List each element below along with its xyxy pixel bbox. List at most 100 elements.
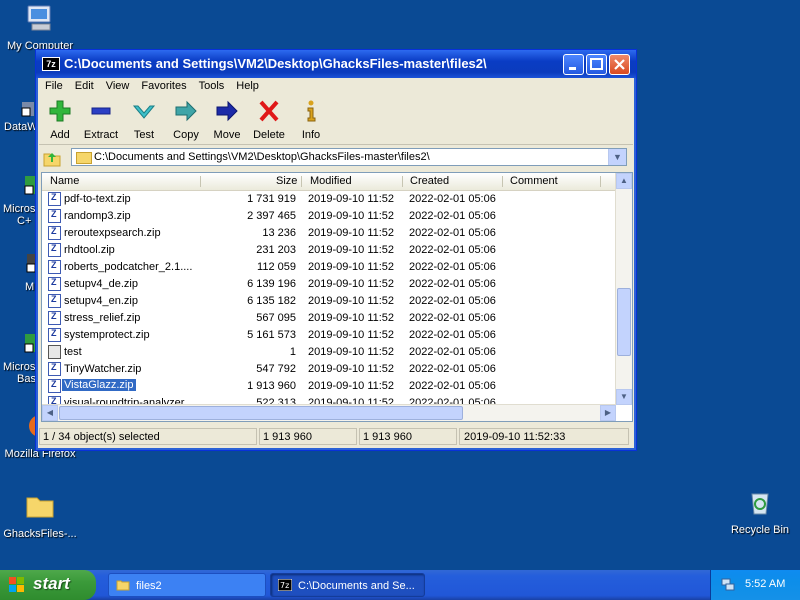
delete-button[interactable]: Delete [249,100,289,141]
file-row[interactable]: roberts_podcatcher_2.1.... 112 059 2019-09… [42,259,616,276]
info-label: Info [301,129,321,141]
taskbar-item-7zip[interactable]: 7z C:\Documents and Se... [270,573,425,597]
menu-edit[interactable]: Edit [69,78,100,92]
menu-tools[interactable]: Tools [193,78,231,92]
scroll-right-icon[interactable]: ▶ [600,405,616,421]
start-label: start [33,574,70,593]
test-button[interactable]: Test [124,100,164,141]
file-name: reroutexpsearch.zip [64,227,161,239]
desktop-icon-ghacksfiles[interactable]: GhacksFiles-... [0,490,80,540]
chevron-down-icon[interactable]: ▼ [608,149,626,165]
info-button[interactable]: Info [291,100,331,141]
file-row[interactable]: systemprotect.zip 5 161 573 2019-09-10 11:… [42,327,616,344]
title-bar[interactable]: 7z C:\Documents and Settings\VM2\Desktop… [36,50,636,78]
test-label: Test [133,129,155,141]
file-row[interactable]: VistaGlazz.zip 1 913 960 2019-09-10 11:52 2… [42,378,616,395]
horizontal-scrollbar[interactable]: ◀ ▶ [42,404,616,421]
desktop-icon-recycle-bin[interactable]: Recycle Bin [720,486,800,536]
column-header-size[interactable]: Size [276,175,297,187]
copy-label: Copy [173,129,199,141]
file-created: 2022-02-01 05:06 [409,363,496,375]
taskbar-item-files2[interactable]: files2 [108,573,266,597]
column-header-name[interactable]: Name [50,175,79,187]
column-separator[interactable] [600,176,601,187]
file-name: TinyWatcher.zip [64,363,142,375]
file-size: 1 913 960 [247,380,296,392]
desktop-icon-my-computer[interactable]: My Computer [0,2,80,52]
close-button[interactable] [609,54,630,75]
file-name: setupv4_en.zip [64,295,138,307]
zip-archive-icon [48,277,61,291]
column-header-created[interactable]: Created [410,175,449,187]
scroll-down-icon[interactable]: ▼ [616,389,632,405]
column-separator[interactable] [502,176,503,187]
address-path: C:\Documents and Settings\VM2\Desktop\Gh… [94,151,430,163]
address-combo[interactable]: C:\Documents and Settings\VM2\Desktop\Gh… [71,148,627,166]
file-row[interactable]: setupv4_en.zip 6 135 182 2019-09-10 11:52 2… [42,293,616,310]
file-row[interactable]: test 1 2019-09-10 11:52 2022-02-01 05:06 [42,344,616,361]
maximize-button[interactable] [586,54,607,75]
file-modified: 2019-09-10 11:52 [308,210,395,222]
file-created: 2022-02-01 05:06 [409,312,496,324]
file-created: 2022-02-01 05:06 [409,193,496,205]
move-button[interactable]: Move [207,100,247,141]
minimize-button[interactable] [563,54,584,75]
file-row[interactable]: randomp3.zip 2 397 465 2019-09-10 11:52 202… [42,208,616,225]
column-header-comment[interactable]: Comment [510,175,558,187]
file-name: rhdtool.zip [64,244,115,256]
menu-view[interactable]: View [100,78,136,92]
column-separator[interactable] [402,176,403,187]
network-icon[interactable] [721,577,735,591]
scroll-up-icon[interactable]: ▲ [616,173,632,189]
vertical-scrollbar[interactable]: ▲ ▼ [615,173,632,405]
zip-archive-icon [48,328,61,342]
file-modified: 2019-09-10 11:52 [308,227,395,239]
file-modified: 2019-09-10 11:52 [308,278,395,290]
desktop-icon-label: GhacksFiles-... [3,528,77,540]
add-button[interactable]: Add [40,100,80,141]
info-icon [307,100,316,122]
status-date: 2019-09-10 11:52:33 [459,428,629,445]
folder-icon [76,152,92,164]
status-bar: 1 / 34 object(s) selected 1 913 960 1 91… [39,428,633,446]
file-manager-window: 7z C:\Documents and Settings\VM2\Desktop… [35,49,637,451]
file-row[interactable]: rhdtool.zip 231 203 2019-09-10 11:52 2022-0… [42,242,616,259]
status-size: 1 913 960 [259,428,357,445]
column-header-modified[interactable]: Modified [310,175,352,187]
extract-button[interactable]: Extract [81,100,121,141]
clock[interactable]: 5:52 AM [745,578,785,590]
system-tray: 5:52 AM [710,570,800,600]
file-created: 2022-02-01 05:06 [409,278,496,290]
file-size: 2 397 465 [247,210,296,222]
vertical-scroll-thumb[interactable] [617,288,631,356]
app-badge-icon: 7z [42,57,60,71]
start-button[interactable]: start [0,570,96,600]
copy-button[interactable]: Copy [166,100,206,141]
list-header: Name Size Modified Created Comment [42,173,616,191]
menu-file[interactable]: File [39,78,69,92]
file-list: Name Size Modified Created Comment pdf-t… [41,172,633,422]
status-selection: 1 / 34 object(s) selected [39,428,257,445]
file-name: VistaGlazz.zip [62,379,136,391]
column-separator[interactable] [200,176,201,187]
svg-text:7z: 7z [280,581,289,590]
file-row[interactable]: pdf-to-text.zip 1 731 919 2019-09-10 11:52… [42,191,616,208]
file-row[interactable]: TinyWatcher.zip 547 792 2019-09-10 11:52 20… [42,361,616,378]
computer-icon [27,5,51,31]
menu-favorites[interactable]: Favorites [135,78,192,92]
file-size: 231 203 [256,244,296,256]
file-row[interactable]: reroutexpsearch.zip 13 236 2019-09-10 11:5… [42,225,616,242]
column-separator[interactable] [301,176,302,187]
taskbar: start files2 7z C:\Documents and Se... 5… [0,570,800,600]
folder-up-icon[interactable] [42,148,62,168]
file-created: 2022-02-01 05:06 [409,227,496,239]
scroll-left-icon[interactable]: ◀ [42,405,58,421]
zip-archive-icon [48,226,61,240]
file-row[interactable]: setupv4_de.zip 6 139 196 2019-09-10 11:52 2… [42,276,616,293]
file-modified: 2019-09-10 11:52 [308,312,395,324]
taskbar-item-label: files2 [136,580,162,592]
file-size: 5 161 573 [247,329,296,341]
horizontal-scroll-thumb[interactable] [59,406,463,420]
menu-help[interactable]: Help [230,78,265,92]
file-row[interactable]: stress_relief.zip 567 095 2019-09-10 11:52… [42,310,616,327]
